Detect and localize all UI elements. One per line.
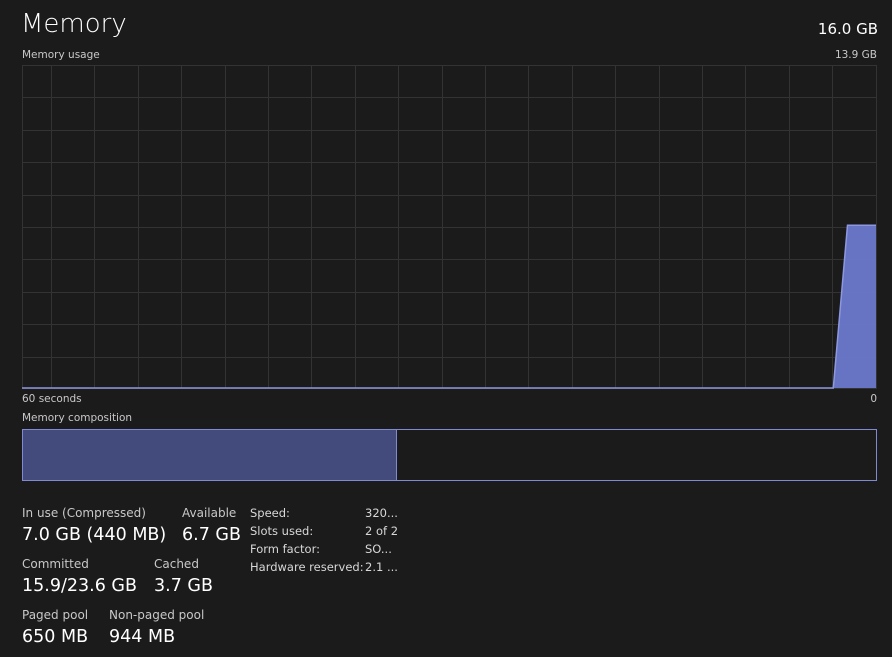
chart-title: Memory usage (22, 49, 100, 61)
x-left-label: 60 seconds (22, 393, 82, 405)
cached-label: Cached (154, 557, 199, 571)
page-title: Memory (21, 9, 127, 39)
slots-used-label: Slots used: (250, 524, 314, 538)
in-use-label: In use (Compressed) (22, 506, 146, 520)
total-memory: 16.0 GB (817, 20, 878, 38)
slots-used-value: 2 of 2 (365, 524, 399, 538)
available-value: 6.7 GB (182, 525, 241, 545)
composition-label: Memory composition (22, 412, 133, 424)
available-label: Available (182, 506, 237, 520)
speed-label: Speed: (250, 506, 290, 520)
paged-pool-label: Paged pool (22, 608, 89, 622)
non-paged-pool-value: 944 MB (109, 627, 176, 647)
memory-composition-bar[interactable] (22, 429, 877, 481)
hardware-reserved-value: 2.1 ... (365, 560, 398, 574)
form-factor-value: SO... (365, 542, 392, 556)
in-use-segment[interactable] (23, 430, 398, 480)
chart-ymax-label: 13.9 GB (834, 49, 877, 61)
hardware-reserved-label: Hardware reserved: (250, 560, 364, 574)
paged-pool-value: 650 MB (22, 627, 89, 647)
in-use-value: 7.0 GB (440 MB) (22, 525, 167, 545)
speed-value: 320... (365, 506, 398, 520)
x-right-label: 0 (870, 393, 877, 405)
committed-label: Committed (22, 557, 89, 571)
form-factor-label: Form factor: (250, 542, 320, 556)
non-paged-pool-label: Non-paged pool (109, 608, 205, 622)
committed-value: 15.9/23.6 GB (22, 576, 137, 596)
cached-value: 3.7 GB (154, 576, 213, 596)
memory-usage-chart (22, 65, 877, 389)
